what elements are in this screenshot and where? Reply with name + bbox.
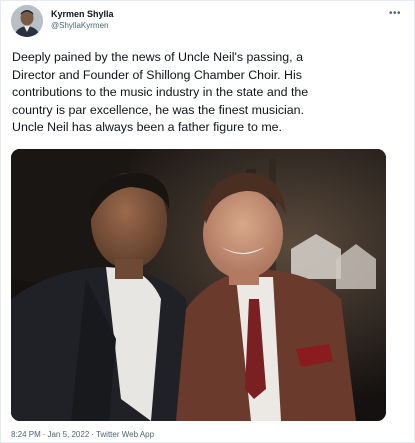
tweet-text-line: Deeply pained by the news of Uncle Neil'…: [12, 50, 303, 64]
tweet-meta: 8:24 PM · Jan 5, 2022 · Twitter Web App: [11, 429, 154, 440]
tweet-text: Deeply pained by the news of Uncle Neil'…: [12, 49, 406, 137]
more-options-button[interactable]: •••: [386, 7, 404, 21]
author-block: Kyrmen Shylla @ShyllaKyrmen: [51, 8, 114, 32]
author-handle[interactable]: @ShyllaKyrmen: [51, 20, 114, 32]
tweet-date[interactable]: Jan 5, 2022: [47, 430, 89, 439]
tweet-source[interactable]: Twitter Web App: [96, 430, 154, 439]
tweet-card: Kyrmen Shylla @ShyllaKyrmen ••• Deeply p…: [0, 0, 415, 443]
tweet-time[interactable]: 8:24 PM: [11, 430, 41, 439]
tweet-photo[interactable]: [11, 149, 386, 421]
author-display-name[interactable]: Kyrmen Shylla: [51, 8, 114, 20]
meta-separator: ·: [91, 430, 94, 439]
tweet-text-line: country is par excellence, he was the fi…: [12, 102, 305, 117]
avatar[interactable]: [11, 5, 43, 37]
tweet-text-line: Director and Founder of Shillong Chamber…: [12, 67, 302, 82]
tweet-text-line: contributions to the music industry in t…: [12, 85, 309, 99]
more-horizontal-icon: •••: [388, 8, 401, 19]
tweet-header: Kyrmen Shylla @ShyllaKyrmen •••: [11, 5, 404, 41]
tweet-text-line: Uncle Neil has always been a father figu…: [12, 120, 282, 134]
